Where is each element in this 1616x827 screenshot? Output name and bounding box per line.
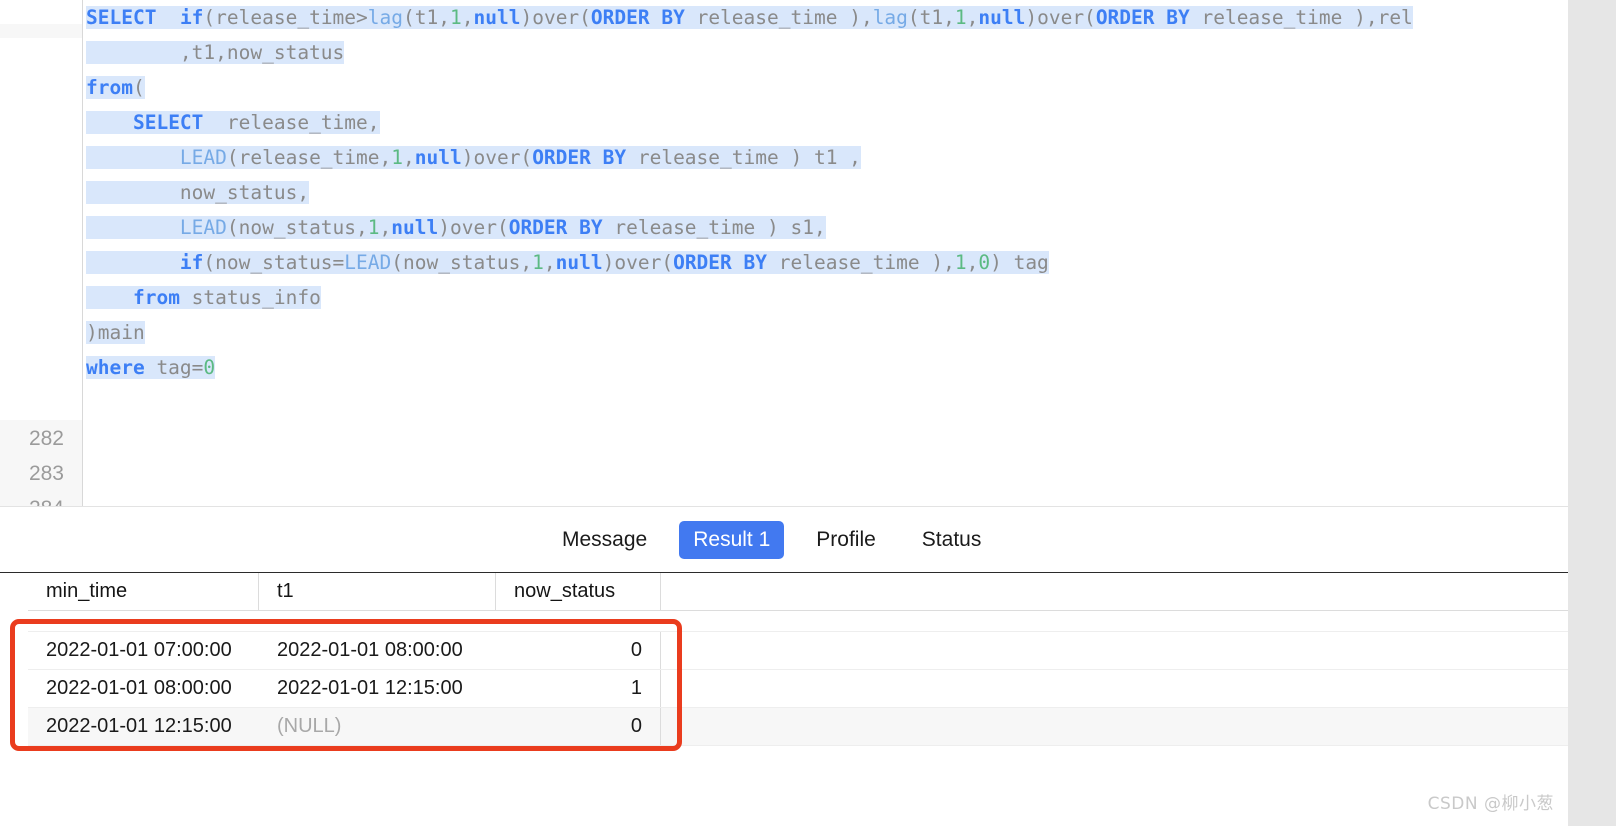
- table-row[interactable]: 2022-01-01 12:15:00 (NULL) 0: [28, 708, 1568, 746]
- table-header-row: min_time t1 now_status: [28, 573, 1568, 611]
- csdn-watermark: CSDN @柳小葱: [1427, 794, 1554, 814]
- cell-t1[interactable]: 2022-01-01 08:00:00: [259, 632, 495, 669]
- column-divider[interactable]: [660, 573, 661, 610]
- column-divider: [660, 632, 661, 669]
- code-line-text: where tag=0: [86, 356, 216, 379]
- column-divider[interactable]: [495, 573, 496, 610]
- line-number: 284: [0, 491, 64, 506]
- cell-t1[interactable]: (NULL): [259, 708, 495, 745]
- code-line[interactable]: from(: [86, 70, 1568, 105]
- table-row[interactable]: 2022-01-01 08:00:00 2022-01-01 12:15:00 1: [28, 670, 1568, 708]
- code-line[interactable]: LEAD(release_time,1,null)over(ORDER BY r…: [86, 140, 1568, 175]
- tab-result-1[interactable]: Result 1: [679, 521, 785, 559]
- column-divider[interactable]: [258, 573, 259, 610]
- sql-code-area[interactable]: SELECT if(release_time>lag(t1,1,null)ove…: [86, 0, 1568, 506]
- code-line-text: ,t1,now_status: [86, 41, 345, 64]
- code-line[interactable]: now_status,: [86, 175, 1568, 210]
- code-line-text: from(: [86, 76, 145, 99]
- table-row[interactable]: 2022-01-01 07:00:00 2022-01-01 08:00:00 0: [28, 632, 1568, 670]
- column-divider: [660, 670, 661, 707]
- code-line-text: now_status,: [86, 181, 310, 204]
- column-header-min_time[interactable]: min_time: [28, 573, 258, 610]
- code-line-text: from status_info: [86, 286, 321, 309]
- code-line[interactable]: )main: [86, 315, 1568, 350]
- cell-min-time[interactable]: 2022-01-01 08:00:00: [28, 670, 258, 707]
- code-line[interactable]: SELECT if(release_time>lag(t1,1,null)ove…: [86, 0, 1568, 35]
- grid-spacer-row: [28, 611, 1568, 632]
- code-line[interactable]: where tag=0: [86, 350, 1568, 385]
- column-divider: [660, 708, 661, 745]
- tab-status[interactable]: Status: [908, 521, 996, 559]
- code-line-text: LEAD(release_time,1,null)over(ORDER BY r…: [86, 146, 861, 169]
- column-header-now_status[interactable]: now_status: [496, 573, 660, 610]
- code-line-text: if(now_status=LEAD(now_status,1,null)ove…: [86, 251, 1049, 274]
- right-grey-strip: [1568, 0, 1616, 826]
- editor-gutter: 282 283 284: [0, 0, 82, 506]
- cell-t1[interactable]: 2022-01-01 12:15:00: [259, 670, 495, 707]
- results-grid[interactable]: min_time t1 now_status 2022-01-01 07:00:00 2…: [28, 573, 1568, 746]
- code-line-text: LEAD(now_status,1,null)over(ORDER BY rel…: [86, 216, 826, 239]
- result-tab-list[interactable]: Message Result 1 Profile Status: [548, 507, 995, 573]
- column-header-t1[interactable]: t1: [259, 573, 495, 610]
- gutter-highlight-band: [0, 24, 82, 38]
- tab-profile[interactable]: Profile: [802, 521, 890, 559]
- code-line-text: )main: [86, 321, 145, 344]
- results-panel: min_time t1 now_status 2022-01-01 07:00:00 2…: [0, 572, 1568, 827]
- cell-now-status[interactable]: 1: [496, 670, 660, 707]
- cell-now-status[interactable]: 0: [496, 708, 660, 745]
- code-line[interactable]: if(now_status=LEAD(now_status,1,null)ove…: [86, 245, 1568, 280]
- result-tabbar: Message Result 1 Profile Status: [0, 506, 1568, 573]
- cell-min-time[interactable]: 2022-01-01 12:15:00: [28, 708, 258, 745]
- code-line[interactable]: SELECT release_time,: [86, 105, 1568, 140]
- sql-editor-pane[interactable]: 282 283 284 SELECT if(release_time>lag(t1,…: [0, 0, 1568, 506]
- code-line[interactable]: from status_info: [86, 280, 1568, 315]
- line-number: 283: [28, 462, 64, 485]
- tab-message[interactable]: Message: [548, 521, 661, 559]
- code-line[interactable]: ,t1,now_status: [86, 35, 1568, 70]
- line-number: 282: [28, 427, 64, 450]
- code-line-text: SELECT release_time,: [86, 111, 380, 134]
- cell-now-status[interactable]: 0: [496, 632, 660, 669]
- code-line[interactable]: LEAD(now_status,1,null)over(ORDER BY rel…: [86, 210, 1568, 245]
- gutter-divider: [82, 0, 83, 506]
- cell-min-time[interactable]: 2022-01-01 07:00:00: [28, 632, 258, 669]
- screenshot-root: 282 283 284 SELECT if(release_time>lag(t1,…: [0, 0, 1616, 827]
- code-line-text: SELECT if(release_time>lag(t1,1,null)ove…: [86, 6, 1413, 29]
